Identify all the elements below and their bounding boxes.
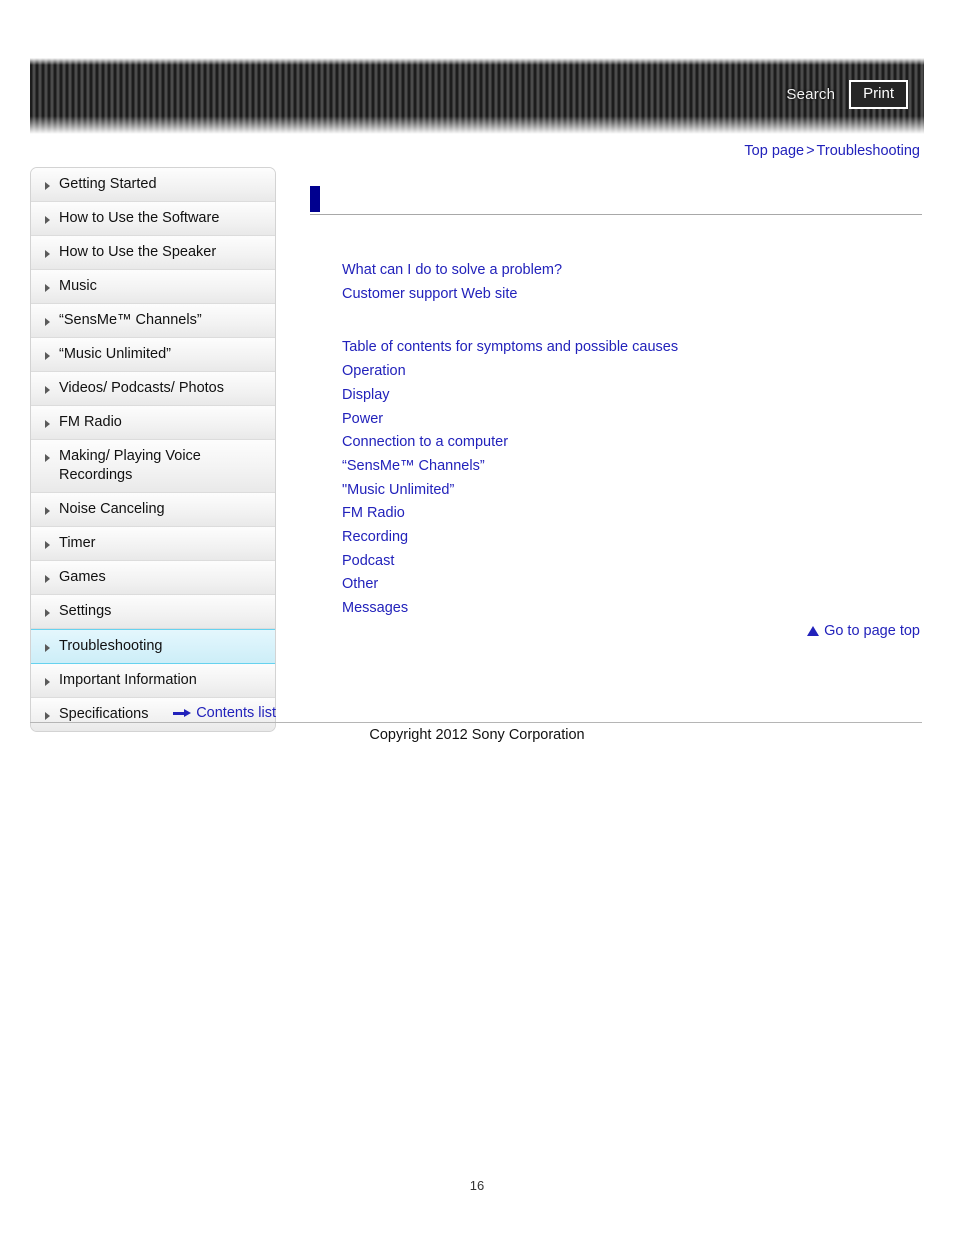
main-content: What can I do to solve a problem? Custome…: [310, 186, 922, 621]
triangle-right-icon: [45, 541, 50, 549]
breadcrumb: Top page > Troubleshooting: [744, 143, 920, 159]
contents-list-row: Contents list: [30, 705, 276, 721]
content-link[interactable]: Messages: [342, 597, 922, 621]
triangle-right-icon: [45, 352, 50, 360]
content-link[interactable]: Connection to a computer: [342, 431, 922, 455]
content-link[interactable]: Display: [342, 384, 922, 408]
footer-divider: [30, 722, 922, 723]
sidebar-navigation: Getting Started How to Use the Software Ho…: [30, 167, 276, 732]
heading-marker-icon: [310, 186, 320, 212]
triangle-right-icon: [45, 609, 50, 617]
arrow-right-icon: [173, 708, 192, 718]
sidebar-item-label: Timer: [59, 535, 96, 551]
sidebar-item-label: “SensMe™ Channels”: [59, 312, 202, 328]
copyright-text: Copyright 2012 Sony Corporation: [369, 727, 585, 743]
search-button[interactable]: Search: [786, 86, 835, 103]
triangle-right-icon: [45, 216, 50, 224]
breadcrumb-current[interactable]: Troubleshooting: [817, 143, 920, 159]
content-link[interactable]: “SensMe™ Channels”: [342, 455, 922, 479]
content-link[interactable]: "Music Unlimited”: [342, 479, 922, 503]
sidebar-item-how-to-use-the-software[interactable]: How to Use the Software: [31, 202, 275, 236]
sidebar-item-important-information[interactable]: Important Information: [31, 664, 275, 698]
content-link[interactable]: Table of contents for symptoms and possi…: [342, 336, 922, 360]
triangle-right-icon: [45, 284, 50, 292]
sidebar-item-settings[interactable]: Settings: [31, 595, 275, 629]
primary-link-group: What can I do to solve a problem? Custome…: [310, 259, 922, 306]
sidebar-item-label: Getting Started: [59, 176, 157, 192]
sidebar-item-games[interactable]: Games: [31, 561, 275, 595]
print-button[interactable]: Print: [849, 80, 908, 109]
content-link[interactable]: Operation: [342, 360, 922, 384]
triangle-right-icon: [45, 420, 50, 428]
content-link[interactable]: FM Radio: [342, 502, 922, 526]
sidebar-item-label: Videos/ Podcasts/ Photos: [59, 380, 224, 396]
sidebar-item-label: How to Use the Software: [59, 210, 220, 226]
breadcrumb-top-page[interactable]: Top page: [744, 143, 804, 159]
sidebar-item-troubleshooting[interactable]: Troubleshooting: [31, 629, 275, 664]
header-banner: Search Print: [30, 58, 924, 134]
sidebar-item-how-to-use-the-speaker[interactable]: How to Use the Speaker: [31, 236, 275, 270]
go-to-page-top-row[interactable]: Go to page top: [807, 623, 920, 639]
page-title: [332, 186, 922, 212]
triangle-right-icon: [45, 182, 50, 190]
sidebar-item-fm-radio[interactable]: FM Radio: [31, 406, 275, 440]
sidebar-item-label: Making/ Playing Voice Recordings: [59, 448, 201, 483]
sidebar-item-label: Important Information: [59, 672, 197, 688]
triangle-right-icon: [45, 386, 50, 394]
content-link[interactable]: Other: [342, 573, 922, 597]
triangle-right-icon: [45, 318, 50, 326]
triangle-up-icon: [807, 626, 820, 636]
page-number: 16: [469, 1178, 485, 1193]
sidebar-item-videos-podcasts-photos[interactable]: Videos/ Podcasts/ Photos: [31, 372, 275, 406]
sidebar-item-music[interactable]: Music: [31, 270, 275, 304]
triangle-right-icon: [45, 678, 50, 686]
triangle-right-icon: [45, 454, 50, 462]
content-link[interactable]: Power: [342, 408, 922, 432]
sidebar-item-timer[interactable]: Timer: [31, 527, 275, 561]
contents-list-link[interactable]: Contents list: [196, 705, 276, 721]
triangle-right-icon: [45, 250, 50, 258]
sidebar-item-label: How to Use the Speaker: [59, 244, 217, 260]
sidebar-item-label: FM Radio: [59, 414, 122, 430]
sidebar-item-label: “Music Unlimited”: [59, 346, 171, 362]
sidebar-item-label: Music: [59, 278, 97, 294]
sidebar-item-music-unlimited[interactable]: “Music Unlimited”: [31, 338, 275, 372]
secondary-link-group: Table of contents for symptoms and possi…: [310, 336, 922, 620]
triangle-right-icon: [45, 644, 50, 652]
triangle-right-icon: [45, 507, 50, 515]
sidebar-item-getting-started[interactable]: Getting Started: [31, 168, 275, 202]
sidebar-item-sensme-channels[interactable]: “SensMe™ Channels”: [31, 304, 275, 338]
sidebar-item-label: Troubleshooting: [59, 638, 163, 654]
sidebar-item-label: Noise Canceling: [59, 501, 165, 517]
sidebar-item-label: Games: [59, 569, 106, 585]
go-to-page-top-link[interactable]: Go to page top: [824, 623, 920, 639]
triangle-right-icon: [45, 575, 50, 583]
content-link[interactable]: Customer support Web site: [342, 283, 922, 307]
header-controls: Search Print: [786, 80, 908, 109]
content-link[interactable]: What can I do to solve a problem?: [342, 259, 922, 283]
content-link[interactable]: Podcast: [342, 550, 922, 574]
content-link[interactable]: Recording: [342, 526, 922, 550]
sidebar-item-label: Settings: [59, 603, 112, 619]
page-title-block: [310, 186, 922, 215]
sidebar-item-noise-canceling[interactable]: Noise Canceling: [31, 493, 275, 527]
breadcrumb-separator: >: [806, 143, 815, 159]
sidebar-item-making-playing-voice-recordings[interactable]: Making/ Playing Voice Recordings: [31, 440, 275, 493]
